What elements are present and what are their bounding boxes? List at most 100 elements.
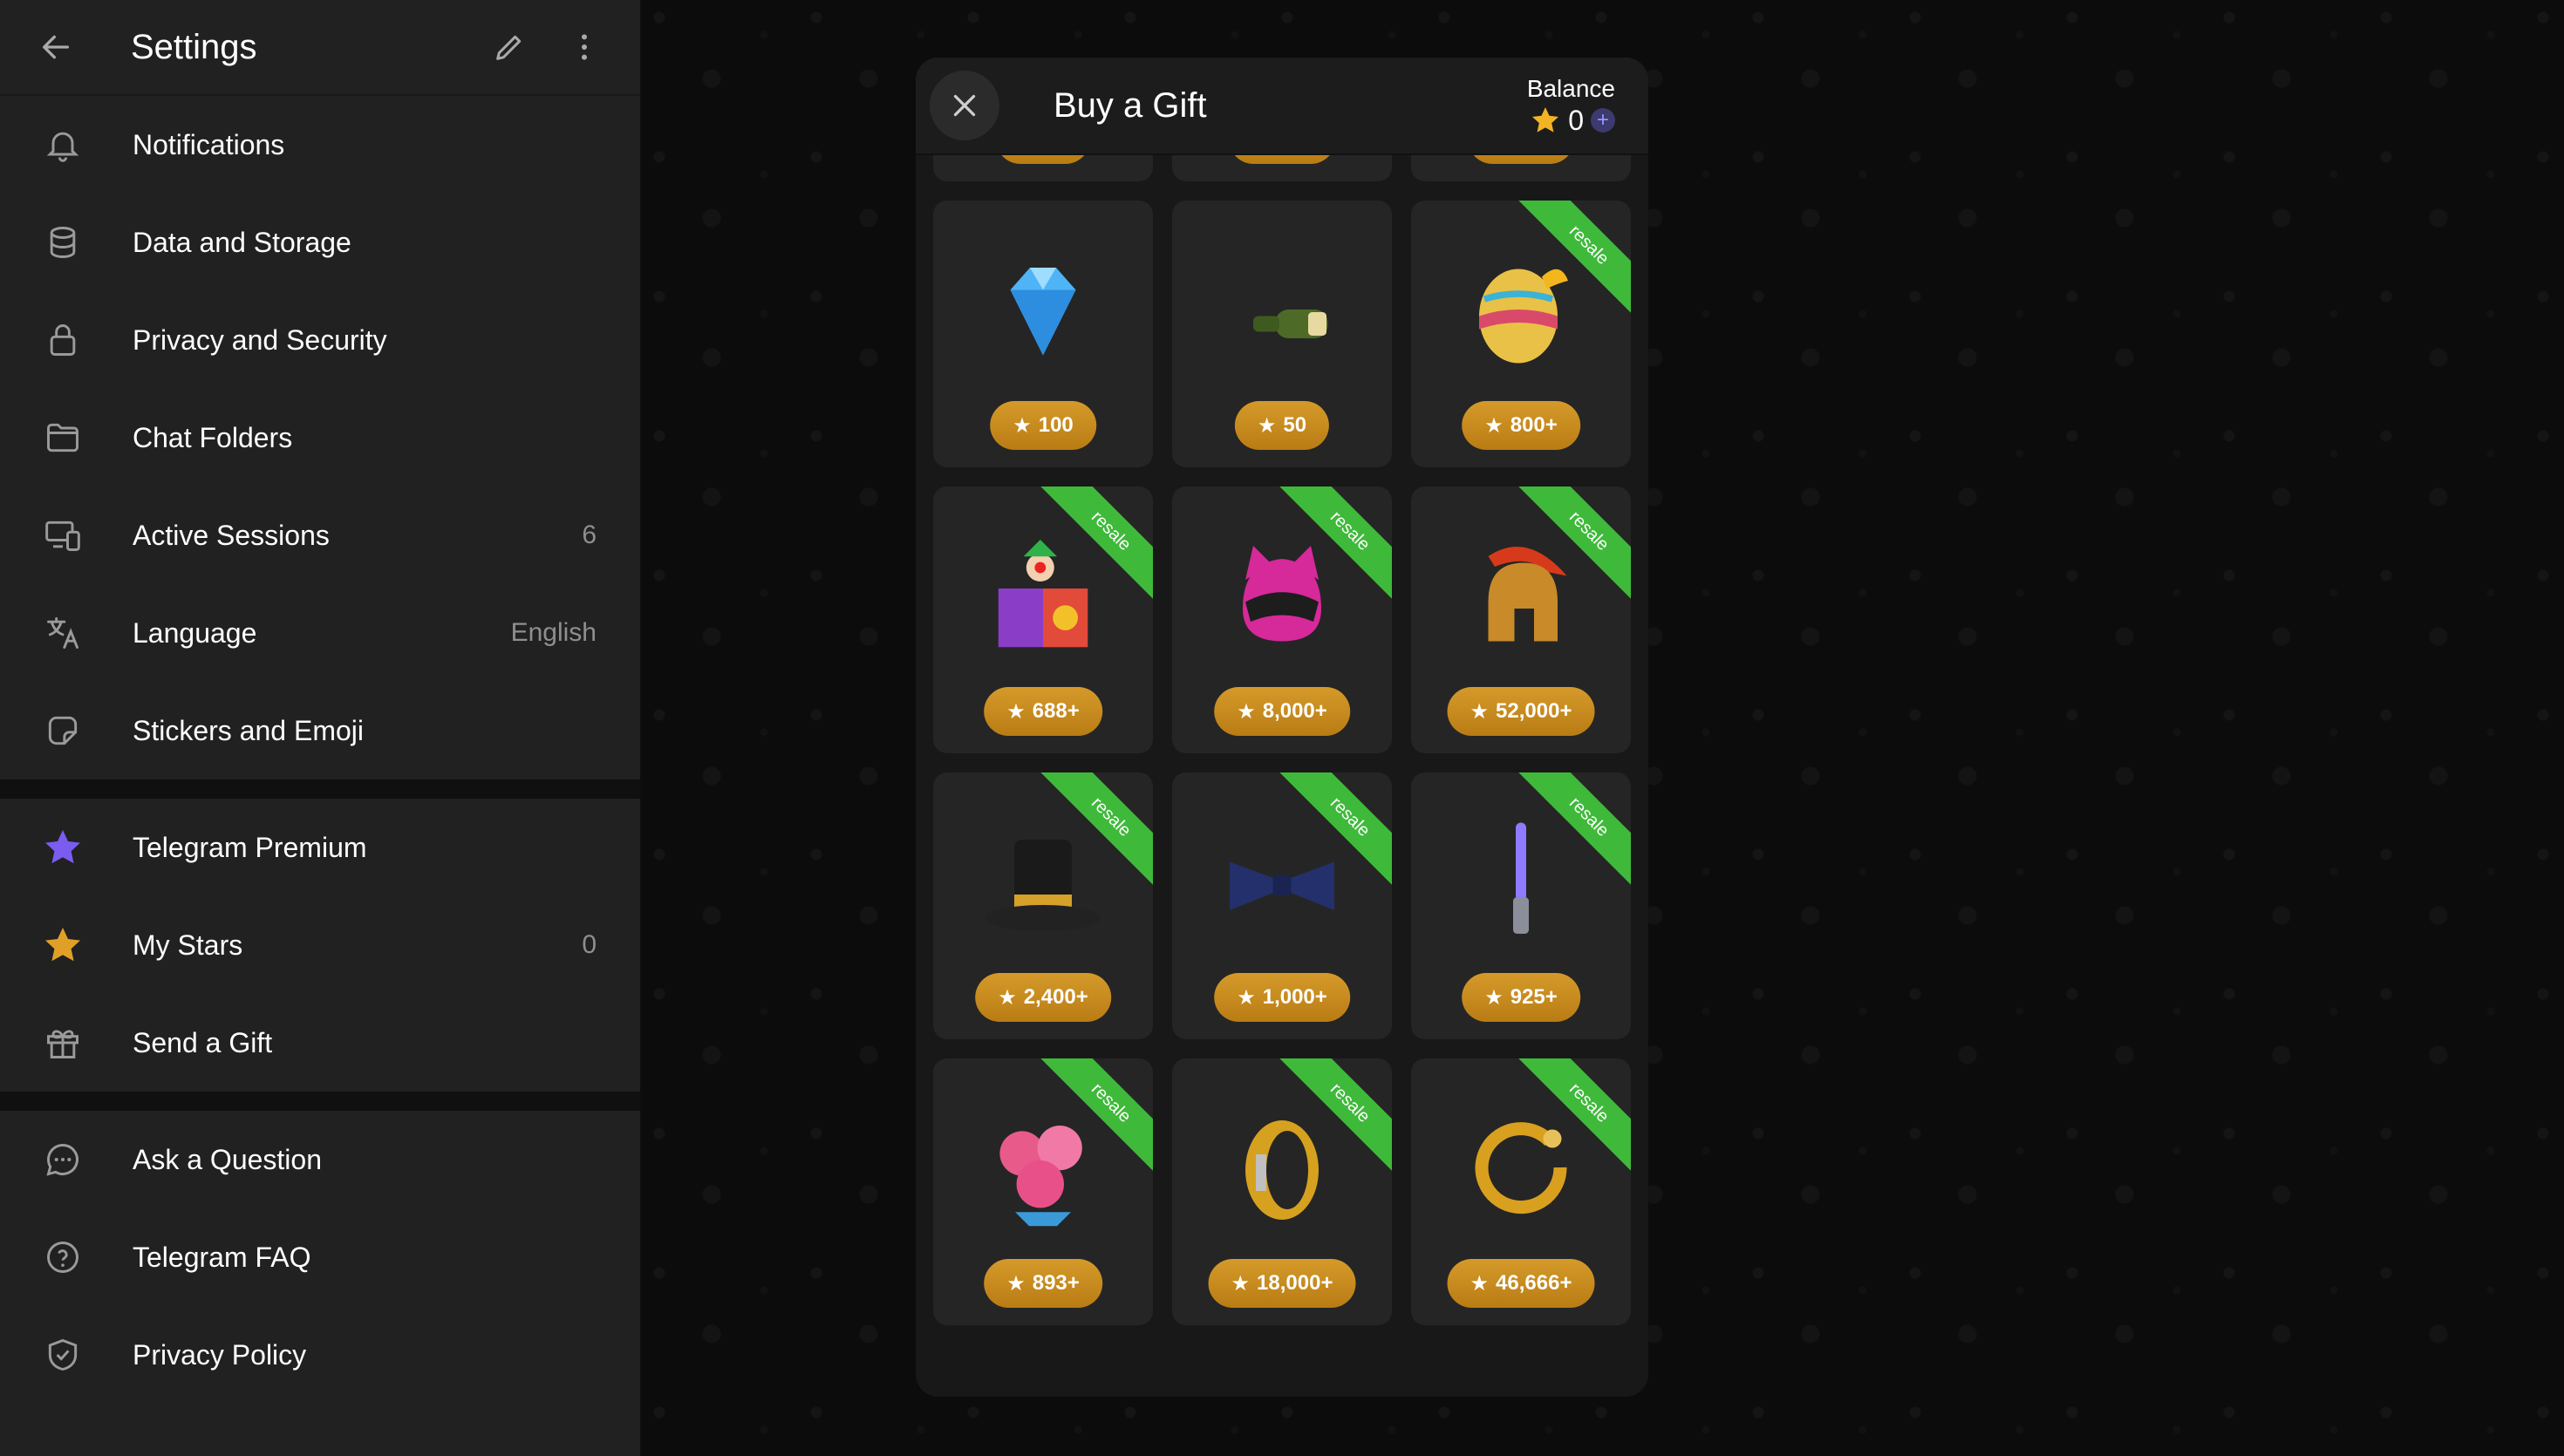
balance-value: 0 xyxy=(1568,104,1584,136)
gift-card-flower-bouquet[interactable]: resale ★ 893+ xyxy=(933,1058,1153,1325)
gift-price: 100 xyxy=(1038,413,1074,437)
translate-icon xyxy=(38,609,87,657)
gift-card-cat-helmet[interactable]: resale ★ 8,000+ xyxy=(1172,486,1392,753)
sidebar-item-label: Stickers and Emoji xyxy=(133,714,364,746)
stars-icon xyxy=(38,921,87,970)
edit-button[interactable] xyxy=(476,14,542,80)
sidebar-item-send-gift[interactable]: Send a Gift xyxy=(0,994,640,1092)
settings-section-premium: Telegram Premium My Stars 0 Send a Gift xyxy=(0,799,640,1092)
sidebar-item-privacy-security[interactable]: Privacy and Security xyxy=(0,291,640,389)
gift-price: 925+ xyxy=(1510,985,1558,1009)
sidebar-item-active-sessions[interactable]: Active Sessions 6 xyxy=(0,486,640,584)
gift-card-gold-bracelet[interactable]: resale ★ 46,666+ xyxy=(1411,1058,1631,1325)
sidebar-item-value: English xyxy=(510,618,597,647)
gift-card-champagne[interactable]: ★ 50 xyxy=(1172,201,1392,467)
gift-card-bow-tie[interactable]: resale ★ 1,000+ xyxy=(1172,772,1392,1039)
jack-in-the-box-icon xyxy=(933,513,1153,678)
sidebar-item-telegram-premium[interactable]: Telegram Premium xyxy=(0,799,640,896)
add-stars-button[interactable]: + xyxy=(1591,108,1615,133)
gold-ring-icon xyxy=(1172,1085,1392,1250)
settings-header: Settings xyxy=(0,0,640,96)
gift-price-button[interactable]: ★ 925+ xyxy=(1462,973,1580,1022)
gift-price: 893+ xyxy=(1032,1271,1080,1295)
close-button[interactable] xyxy=(930,71,999,140)
gift-card-light-sword[interactable]: resale ★ 925+ xyxy=(1411,772,1631,1039)
help-circle-icon xyxy=(38,1233,87,1282)
sidebar-item-label: Notifications xyxy=(133,128,285,160)
section-divider xyxy=(0,779,640,799)
back-button[interactable] xyxy=(23,14,89,80)
sidebar-item-label: Telegram FAQ xyxy=(133,1241,311,1273)
more-vertical-icon xyxy=(582,34,587,60)
gift-price-button[interactable]: ★ 893+ xyxy=(984,1259,1102,1308)
sidebar-item-label: Privacy Policy xyxy=(133,1338,307,1371)
sidebar-item-label: Ask a Question xyxy=(133,1143,322,1175)
section-divider xyxy=(0,1092,640,1111)
gift-price-button[interactable]: ★50 xyxy=(1234,401,1330,450)
sidebar-item-privacy-policy[interactable]: Privacy Policy xyxy=(0,1306,640,1404)
sidebar-item-label: Active Sessions xyxy=(133,519,330,551)
gift-price: 50 xyxy=(1283,413,1307,437)
gift-icon xyxy=(38,1018,87,1067)
sidebar-item-value: 6 xyxy=(582,520,597,549)
sidebar-item-notifications[interactable]: Notifications xyxy=(0,96,640,194)
gift-card-top-hat[interactable]: resale ★ 2,400+ xyxy=(933,772,1153,1039)
gift-price: 688+ xyxy=(1032,699,1080,723)
sidebar-item-chat-folders[interactable]: Chat Folders xyxy=(0,389,640,486)
settings-sidebar: Settings Notifications Data and Storage … xyxy=(0,0,642,1456)
cat-helmet-icon xyxy=(1172,513,1392,678)
sidebar-item-label: Language xyxy=(133,616,257,649)
shield-icon xyxy=(38,1330,87,1379)
dialog-title: Buy a Gift xyxy=(1054,85,1207,125)
premium-star-icon xyxy=(38,823,87,872)
gift-price-button[interactable]: ★ 46,666+ xyxy=(1447,1259,1595,1308)
sidebar-item-label: Telegram Premium xyxy=(133,831,367,863)
gift-card-jack-in-the-box[interactable]: resale ★ 688+ xyxy=(933,486,1153,753)
gift-card-easter-egg[interactable]: resale ★ 800+ xyxy=(1411,201,1631,467)
buy-gift-dialog: Buy a Gift Balance 0 + ★50 ★100 xyxy=(916,58,1648,1397)
bell-icon xyxy=(38,120,87,169)
gift-price-button[interactable]: ★ 688+ xyxy=(984,687,1102,736)
diamond-icon xyxy=(933,227,1153,392)
gift-price: 1,000+ xyxy=(1262,985,1327,1009)
settings-section-main: Notifications Data and Storage Privacy a… xyxy=(0,96,640,779)
sidebar-item-my-stars[interactable]: My Stars 0 xyxy=(0,896,640,994)
sidebar-item-language[interactable]: Language English xyxy=(0,584,640,682)
gift-price: 2,400+ xyxy=(1023,985,1088,1009)
balance-display: Balance 0 + xyxy=(1527,75,1634,137)
sidebar-item-label: Data and Storage xyxy=(133,226,351,258)
gift-price-button[interactable]: ★ 8,000+ xyxy=(1214,687,1350,736)
devices-icon xyxy=(38,511,87,560)
gift-price-button[interactable]: ★100 xyxy=(990,401,1096,450)
pencil-icon xyxy=(496,35,522,60)
sidebar-item-data-storage[interactable]: Data and Storage xyxy=(0,194,640,291)
gift-price-button[interactable]: ★ 800+ xyxy=(1462,401,1580,450)
gift-price: 8,000+ xyxy=(1262,699,1327,723)
top-hat-icon xyxy=(933,799,1153,964)
sticker-icon xyxy=(38,706,87,755)
gold-bracelet-icon xyxy=(1411,1085,1631,1250)
gift-price-button[interactable]: ★ 18,000+ xyxy=(1208,1259,1356,1308)
sidebar-item-value: 0 xyxy=(582,930,597,959)
gift-card-spartan-helmet[interactable]: resale ★ 52,000+ xyxy=(1411,486,1631,753)
gift-price-button[interactable]: ★ 1,000+ xyxy=(1214,973,1350,1022)
gift-price-button[interactable]: ★ 2,400+ xyxy=(975,973,1111,1022)
lock-icon xyxy=(38,316,87,364)
sidebar-item-label: Privacy and Security xyxy=(133,323,387,356)
sidebar-item-stickers-emoji[interactable]: Stickers and Emoji xyxy=(0,682,640,779)
arrow-left-icon xyxy=(43,35,70,59)
champagne-icon xyxy=(1172,227,1392,392)
folder-icon xyxy=(38,413,87,462)
star-icon xyxy=(1532,107,1559,133)
more-menu-button[interactable] xyxy=(551,14,617,80)
sidebar-item-ask-question[interactable]: Ask a Question xyxy=(0,1111,640,1208)
gift-card-diamond[interactable]: ★ 100 xyxy=(933,201,1153,467)
dialog-header: Buy a Gift Balance 0 + xyxy=(916,58,1648,155)
gift-grid: ★50 ★100 ★100 ★100 ★50 xyxy=(933,58,1631,1325)
settings-section-help: Ask a Question Telegram FAQ Privacy Poli… xyxy=(0,1111,640,1404)
gift-price-button[interactable]: ★ 52,000+ xyxy=(1447,687,1595,736)
sidebar-item-telegram-faq[interactable]: Telegram FAQ xyxy=(0,1208,640,1306)
sidebar-item-label: Send a Gift xyxy=(133,1026,273,1058)
balance-label: Balance xyxy=(1526,74,1615,102)
gift-card-gold-ring[interactable]: resale ★ 18,000+ xyxy=(1172,1058,1392,1325)
